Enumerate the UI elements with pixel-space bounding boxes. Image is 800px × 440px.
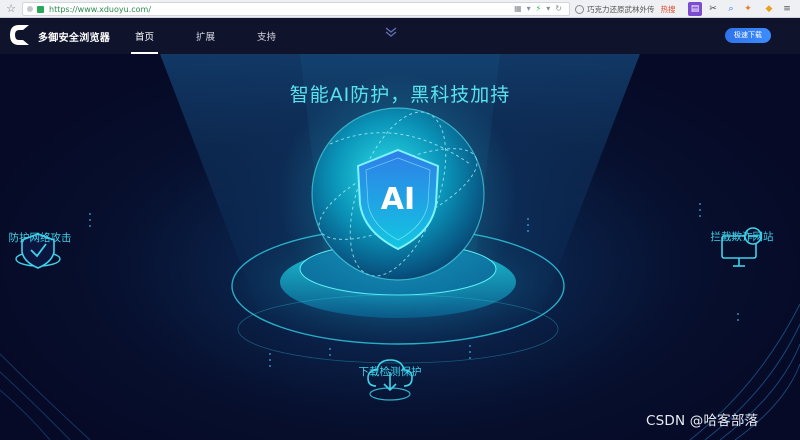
feature-download-scan[interactable]: 下载检测保护	[354, 364, 426, 379]
bookmark-star-icon[interactable]: ☆	[3, 1, 19, 17]
nav-link-support[interactable]: 支持	[257, 29, 276, 43]
browser-toolbar: ☆ https://www.xduoyu.com/ ▦ ▾ ⚡ ▾ ↻ 巧克力还…	[0, 0, 800, 18]
nav-link-extensions[interactable]: 扩展	[196, 29, 215, 43]
nav-link-home[interactable]: 首页	[130, 29, 159, 54]
grid-icon[interactable]: ▦	[514, 3, 522, 15]
bolt-icon[interactable]: ⚡	[536, 3, 542, 15]
shield-extension-icon[interactable]: ◆	[762, 2, 776, 16]
site-header: 多御安全浏览器 首页 扩展 支持 极速下载	[0, 18, 800, 54]
feature-bottom-label: 下载检测保护	[358, 366, 422, 378]
feature-fraud-block[interactable]: 拦截欺诈网站	[706, 229, 778, 244]
magnifier-icon[interactable]: ⌕	[724, 2, 738, 16]
secure-lock-icon	[37, 5, 44, 13]
search-query[interactable]: 巧克力还原武林外传	[587, 4, 655, 15]
feature-right-label: 拦截欺诈网站	[710, 231, 774, 243]
hot-search-label[interactable]: 热搜	[661, 4, 676, 15]
menu-icon[interactable]: ≡	[780, 2, 794, 16]
feature-network-attack[interactable]: 防护网络攻击	[8, 230, 72, 245]
brand-name[interactable]: 多御安全浏览器	[38, 29, 110, 44]
hero-headline: 智能AI防护，黑科技加持	[289, 84, 511, 106]
address-tools: ▦ ▾ ⚡ ▾ ↻	[514, 3, 562, 15]
hero-illustration: AI	[0, 54, 800, 440]
dropdown-icon[interactable]: ▾	[546, 3, 550, 15]
browser-search-box[interactable]: 巧克力还原武林外传 热搜	[575, 2, 685, 16]
double-chevron-down-icon[interactable]	[384, 25, 398, 39]
dropdown-icon[interactable]: ▾	[527, 3, 531, 15]
scissors-icon[interactable]: ✂	[706, 2, 720, 16]
brand-logo-icon[interactable]	[8, 24, 32, 46]
page-info-icon[interactable]	[27, 6, 33, 12]
extension-icon[interactable]: ▤	[688, 2, 702, 16]
hero-section: AI 智能AI防护，黑科技加持 防护网络攻击 拦截欺诈网站 下载检测保护 CSD…	[0, 54, 800, 440]
search-icon	[575, 4, 584, 14]
download-button[interactable]: 极速下载	[725, 28, 771, 43]
url-text[interactable]: https://www.xduoyu.com/	[49, 5, 151, 14]
game-icon[interactable]: ✦	[741, 2, 755, 16]
orb-label: AI	[381, 182, 415, 217]
feature-left-label: 防护网络攻击	[8, 232, 72, 244]
address-bar[interactable]: https://www.xduoyu.com/	[22, 2, 570, 16]
refresh-icon[interactable]: ↻	[555, 3, 562, 15]
watermark: CSDN @哈客部落	[646, 413, 759, 429]
